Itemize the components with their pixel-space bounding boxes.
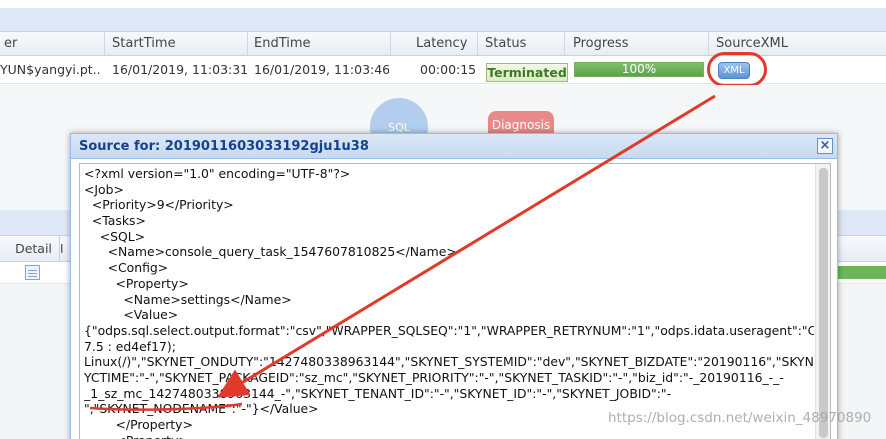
column-header-progress[interactable]: Progress (573, 32, 673, 55)
column-header-status[interactable]: Status (485, 32, 555, 55)
xml-line: <Config> (84, 260, 169, 276)
dialog-title-bar[interactable]: Source for: 2019011603033192gju1u38 × (71, 134, 837, 159)
xml-line: YCTIME":"-","SKYNET_PACKAGEID":"sz_mc","… (84, 369, 784, 385)
progress-bar: 100% (574, 62, 704, 77)
progress-label: 100% (621, 62, 657, 76)
xml-line: <Name>console_query_task_1547607810825</… (84, 244, 457, 260)
dialog-title: Source for: 2019011603033192gju1u38 (79, 139, 369, 154)
column-header-owner[interactable]: er (4, 32, 94, 55)
column-separator[interactable] (390, 32, 391, 56)
column-separator[interactable] (564, 32, 565, 56)
close-button[interactable]: × (817, 138, 833, 154)
column-separator[interactable] (477, 32, 478, 56)
xml-line: _1_sz_mc_1427480338963144_-","SKYNET_TEN… (84, 385, 672, 401)
xml-line: <Name>settings</Name> (84, 291, 292, 307)
xml-source-textarea[interactable]: <?xml version="1.0" encoding="UTF-8"?> <J… (79, 163, 831, 439)
source-dialog: Source for: 2019011603033192gju1u38 × <?… (70, 133, 838, 439)
detail-column-header-2[interactable]: I (60, 236, 70, 262)
xml-line: Linux(/)","SKYNET_ONDUTY":"1427480338963… (84, 354, 814, 370)
xml-line: <Priority>9</Priority> (84, 197, 234, 213)
column-separator[interactable] (104, 32, 105, 56)
column-header-latency[interactable]: Latency (416, 32, 474, 55)
xml-line: 7.5 : ed4ef17); (84, 338, 176, 354)
watermark: https://blog.csdn.net/weixin_48970890 (608, 410, 872, 426)
cell-owner: YUN$yangyi.pt... (0, 62, 100, 77)
detail-list-icon[interactable] (25, 265, 40, 280)
panel-header-band (0, 8, 886, 32)
vertical-scrollbar[interactable] (815, 164, 830, 439)
detail-column-header[interactable]: Detail (8, 236, 60, 262)
xml-line: <SQL> (84, 228, 146, 244)
xml-line: <?xml version="1.0" encoding="UTF-8"?> (84, 166, 351, 181)
column-separator[interactable] (708, 32, 709, 56)
cell-latency: 00:00:15 (420, 62, 475, 77)
column-separator[interactable] (247, 32, 248, 56)
cell-start-time: 16/01/2019, 11:03:31 (112, 62, 247, 77)
xml-source-text: <?xml version="1.0" encoding="UTF-8"?> <J… (84, 166, 814, 439)
xml-line: <Value> (84, 307, 179, 323)
xml-line: <Property> (84, 275, 189, 291)
xml-line: {"odps.sql.select.output.format":"csv","… (84, 322, 814, 338)
close-icon: × (819, 138, 831, 153)
top-strip (0, 0, 886, 8)
xml-line: <Job> (84, 181, 124, 197)
status-badge: Terminated (486, 63, 568, 82)
xml-line: <Tasks> (84, 213, 146, 229)
column-header-endtime[interactable]: EndTime (254, 32, 384, 55)
detail-progress-fill (836, 266, 886, 279)
cell-end-time: 16/01/2019, 11:03:46 (254, 62, 389, 77)
scroll-thumb[interactable] (819, 168, 828, 438)
xml-line: <Property> (84, 433, 814, 439)
column-header-starttime[interactable]: StartTime (112, 32, 242, 55)
annotation-circle (707, 52, 767, 87)
